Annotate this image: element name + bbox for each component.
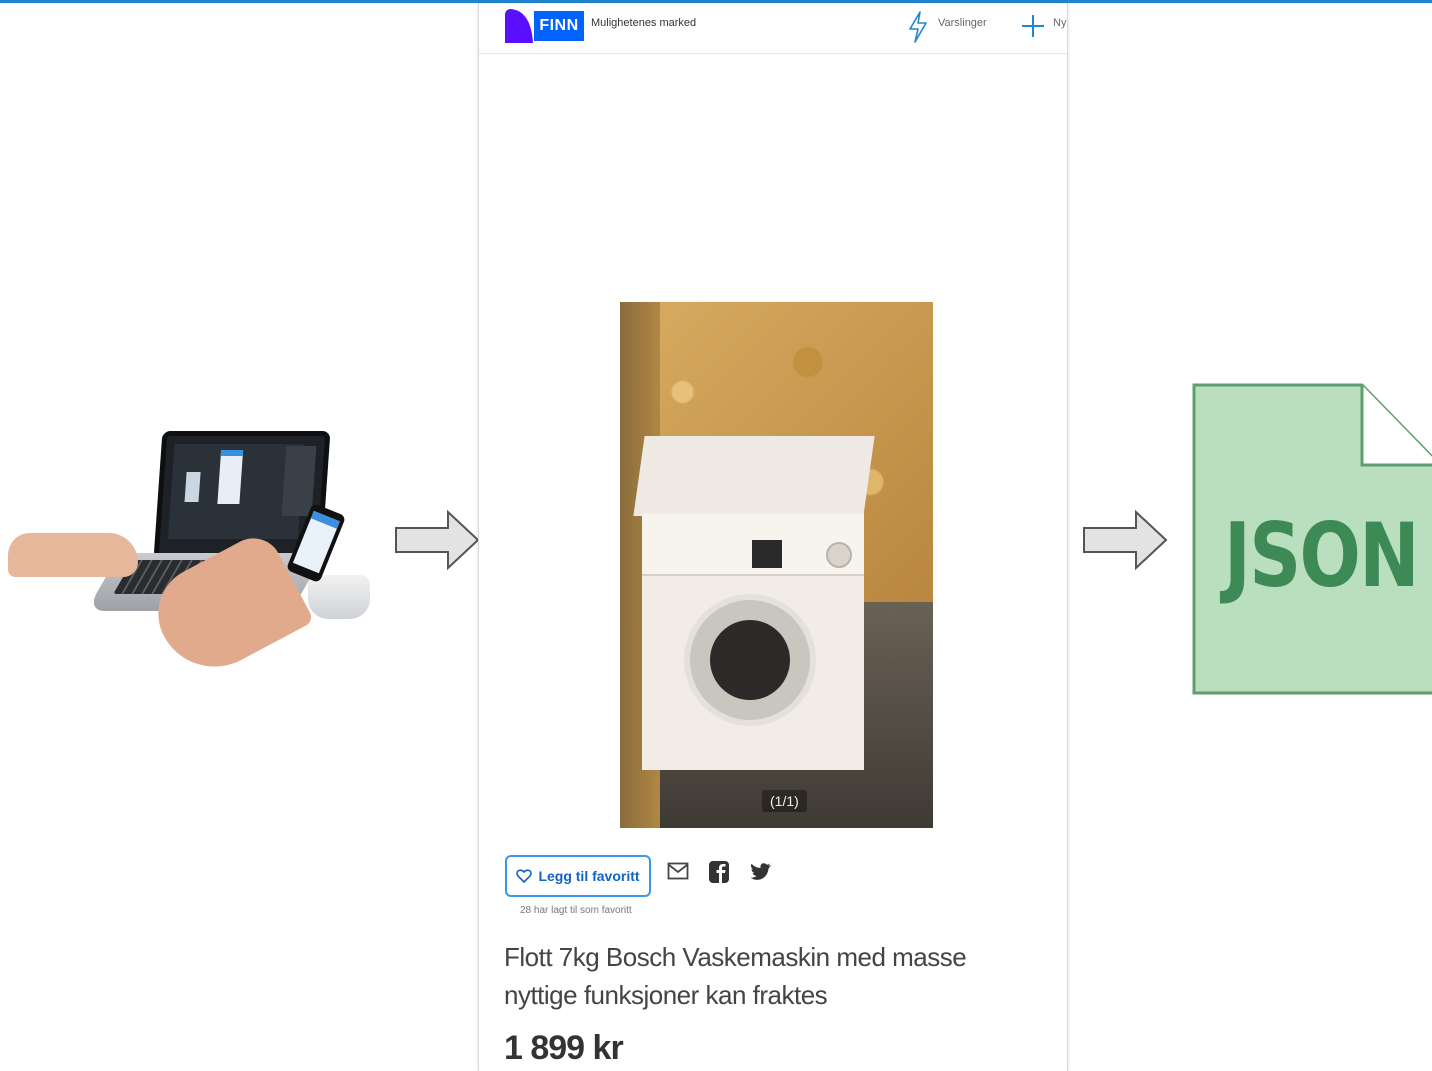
left-hand (8, 533, 138, 577)
phone-stand (308, 575, 370, 619)
add-favorite-button[interactable]: Legg til favoritt (505, 855, 651, 897)
facebook-icon[interactable] (708, 860, 730, 884)
json-file-label: JSON (1224, 504, 1420, 607)
heart-icon (516, 869, 533, 883)
bolt-icon[interactable] (906, 11, 930, 43)
finn-logo-mark (505, 9, 533, 43)
laptop-phone-illustration (8, 425, 378, 687)
favorite-count: 28 har lagt til som favoritt (520, 905, 632, 916)
listing-photo[interactable]: (1/1) (620, 302, 933, 828)
finn-tagline: Mulighetenes marked (591, 17, 697, 29)
listing-title: Flott 7kg Bosch Vaskemaskin med masse ny… (504, 942, 967, 1010)
finn-header: FINN Mulighetenes marked Varslinger Ny (479, 3, 1067, 54)
arrow-right-icon (395, 510, 480, 570)
notifications-link[interactable]: Varslinger (938, 17, 987, 29)
finn-listing-page: FINN Mulighetenes marked Varslinger Ny (… (478, 3, 1068, 1071)
finn-logo[interactable]: FINN (534, 11, 584, 41)
new-ad-link[interactable]: Ny (1053, 17, 1066, 29)
mail-icon[interactable] (667, 862, 689, 880)
plus-icon[interactable] (1020, 13, 1046, 39)
arrow-right-icon (1083, 510, 1168, 570)
listing-price: 1 899 kr (504, 1029, 624, 1067)
image-counter: (1/1) (762, 790, 807, 812)
add-favorite-label: Legg til favoritt (538, 868, 640, 884)
twitter-icon[interactable] (750, 862, 772, 882)
